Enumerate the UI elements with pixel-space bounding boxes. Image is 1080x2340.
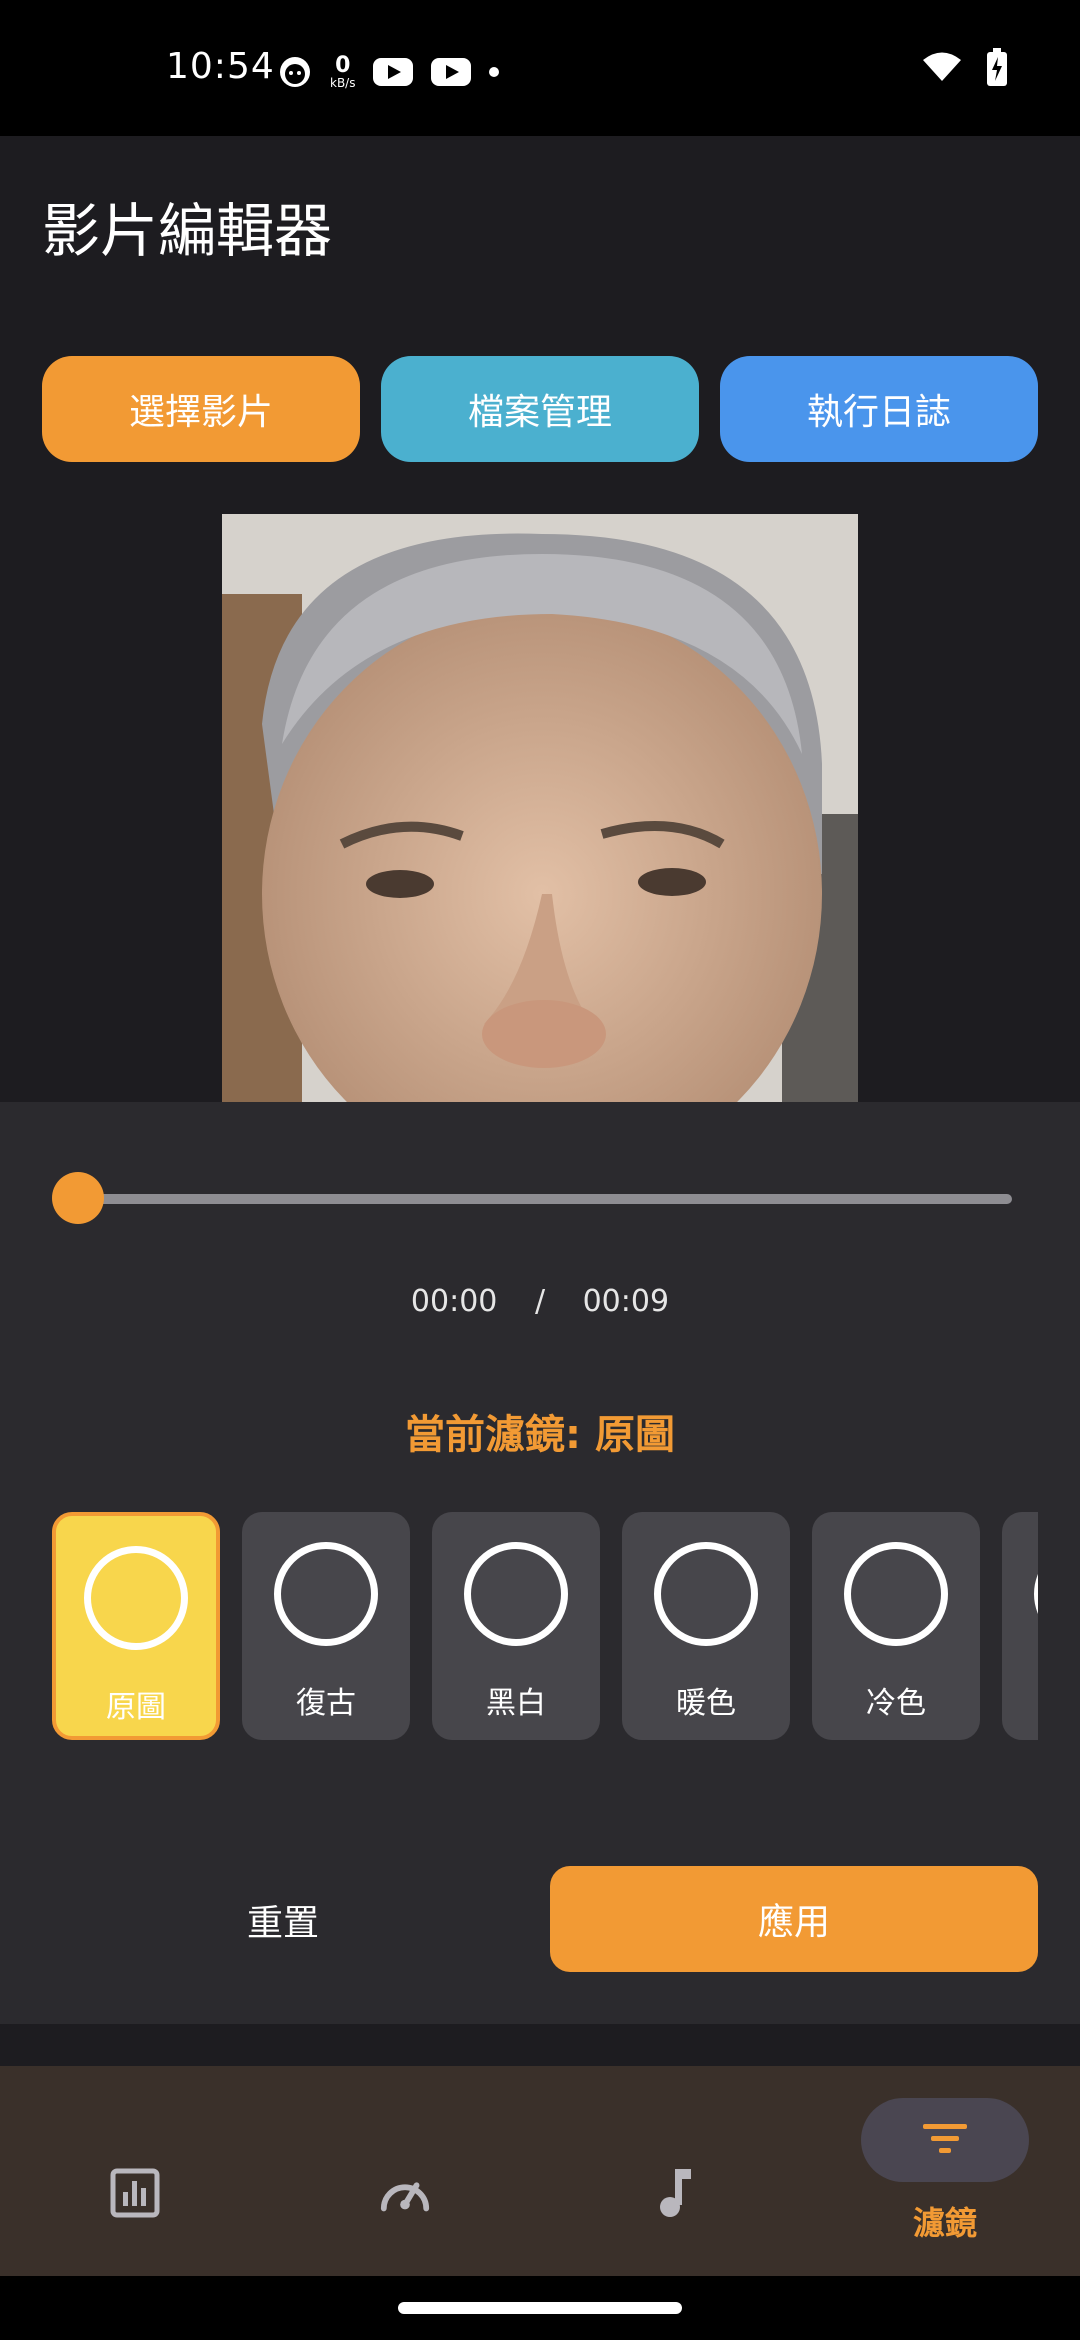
apply-button[interactable]: 應用 bbox=[550, 1866, 1038, 1972]
filter-label: 黑白 bbox=[486, 1686, 546, 1721]
network-speed-value: 0 bbox=[335, 53, 351, 78]
system-gesture-area bbox=[0, 2276, 1080, 2340]
nav-item-filter[interactable]: 濾鏡 bbox=[810, 2066, 1080, 2276]
filter-preview-icon bbox=[654, 1542, 758, 1646]
bottom-navigation: 濾鏡 bbox=[0, 2066, 1080, 2276]
home-gesture-bar[interactable] bbox=[398, 2302, 682, 2314]
filter-preview-icon bbox=[464, 1542, 568, 1646]
filter-preview-icon bbox=[1034, 1542, 1038, 1646]
video-preview[interactable] bbox=[222, 514, 858, 1102]
filter-list[interactable]: 原圖 復古 黑白 暖色 冷色 bbox=[52, 1512, 1038, 1740]
nav-item-music[interactable] bbox=[540, 2066, 810, 2276]
filter-cool[interactable]: 冷色 bbox=[812, 1512, 980, 1740]
nav-label-filter: 濾鏡 bbox=[912, 2204, 977, 2242]
timeline-thumb[interactable] bbox=[52, 1172, 104, 1224]
network-speed-unit: kB/s bbox=[330, 76, 356, 90]
filter-vintage[interactable]: 復古 bbox=[242, 1512, 410, 1740]
time-separator: / bbox=[534, 1284, 546, 1319]
file-manager-button[interactable]: 檔案管理 bbox=[381, 356, 699, 462]
bar-chart-icon bbox=[108, 2166, 162, 2220]
page-title: 影片編輯器 bbox=[42, 197, 333, 265]
filter-next-partial[interactable] bbox=[1002, 1512, 1038, 1740]
timeline-slider[interactable] bbox=[52, 1170, 1012, 1226]
filter-preview-icon bbox=[274, 1542, 378, 1646]
battery-charging-icon bbox=[987, 48, 1007, 86]
wifi-icon bbox=[923, 52, 961, 81]
speedometer-icon bbox=[378, 2166, 432, 2220]
more-notifications-dot-icon bbox=[489, 67, 500, 77]
current-time: 00:00 bbox=[410, 1284, 498, 1319]
video-frame-image bbox=[222, 514, 858, 1102]
filter-preview-icon bbox=[84, 1546, 188, 1650]
filter-warm[interactable]: 暖色 bbox=[622, 1512, 790, 1740]
status-system-icons bbox=[922, 48, 1008, 86]
network-speed: 0 kB/s bbox=[330, 53, 356, 90]
filter-label: 復古 bbox=[296, 1686, 356, 1721]
time-display: 00:00 / 00:09 bbox=[0, 1284, 1080, 1319]
timeline-track[interactable] bbox=[74, 1194, 1012, 1204]
reset-button[interactable]: 重置 bbox=[52, 1868, 514, 1972]
filter-black-white[interactable]: 黑白 bbox=[432, 1512, 600, 1740]
filter-label: 原圖 bbox=[106, 1690, 166, 1725]
status-bar: 10:54 0 kB/s bbox=[0, 0, 1080, 136]
face-icon bbox=[280, 57, 310, 87]
nav-item-speed[interactable] bbox=[270, 2066, 540, 2276]
status-time: 10:54 bbox=[166, 46, 275, 87]
run-log-button[interactable]: 執行日誌 bbox=[720, 356, 1038, 462]
youtube-icon bbox=[373, 58, 414, 86]
duration-time: 00:09 bbox=[582, 1284, 670, 1319]
music-note-icon bbox=[648, 2166, 702, 2220]
filter-preview-icon bbox=[844, 1542, 948, 1646]
filter-original[interactable]: 原圖 bbox=[52, 1512, 220, 1740]
filter-label: 暖色 bbox=[676, 1686, 736, 1721]
youtube-icon bbox=[431, 58, 472, 86]
nav-item-stats[interactable] bbox=[0, 2066, 270, 2276]
status-notifications: 0 kB/s bbox=[278, 52, 500, 92]
filter-icon bbox=[918, 2111, 972, 2165]
select-video-button[interactable]: 選擇影片 bbox=[42, 356, 360, 462]
filter-label: 冷色 bbox=[866, 1686, 926, 1721]
current-filter-label: 當前濾鏡: 原圖 bbox=[405, 1412, 675, 1458]
